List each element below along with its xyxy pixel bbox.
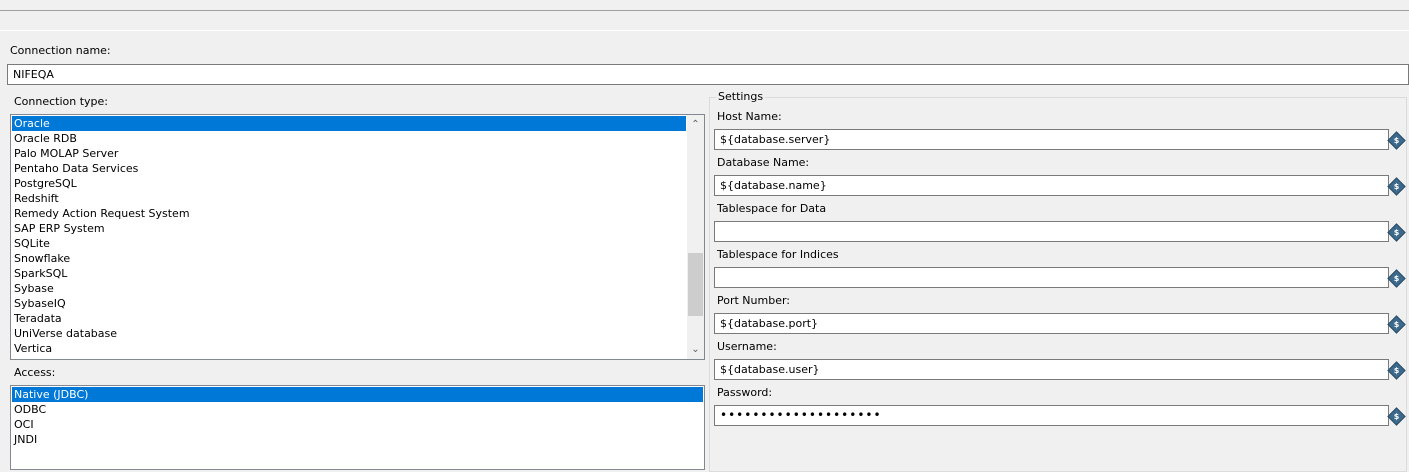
list-item[interactable]: Vertica — [12, 341, 686, 356]
list-item[interactable]: Snowflake — [12, 251, 686, 266]
host-name-input[interactable]: ${database.server} — [714, 129, 1389, 150]
username-input[interactable]: ${database.user} — [714, 359, 1389, 380]
database-name-input[interactable]: ${database.name} — [714, 175, 1389, 196]
dollar-glyph: $ — [1393, 136, 1400, 145]
connection-name-input[interactable]: NIFEQA — [7, 64, 1409, 85]
list-item[interactable]: Redshift — [12, 191, 686, 206]
tablespace-indices-input[interactable] — [714, 267, 1389, 288]
connection-type-label: Connection type: — [14, 95, 109, 108]
connection-type-scrollbar[interactable]: ⌃ ⌄ — [687, 115, 704, 359]
list-item[interactable]: Remedy Action Request System — [12, 206, 686, 221]
database-name-label: Database Name: — [717, 156, 810, 169]
list-item[interactable]: SAP ERP System — [12, 221, 686, 236]
access-label: Access: — [14, 366, 56, 379]
access-list[interactable]: Native (JDBC) ODBC OCI JNDI — [10, 385, 705, 470]
list-item[interactable]: Pentaho Data Services — [12, 161, 686, 176]
password-label: Password: — [717, 386, 773, 399]
list-item[interactable]: Native (JDBC) — [12, 387, 703, 402]
list-item[interactable]: UniVerse database — [12, 326, 686, 341]
port-number-label: Port Number: — [717, 294, 791, 307]
password-input[interactable]: •••••••••••••••••••• — [714, 405, 1389, 426]
list-item[interactable]: OCI — [12, 417, 703, 432]
tablespace-data-input[interactable] — [714, 221, 1389, 242]
tablespace-data-label: Tablespace for Data — [717, 202, 827, 215]
tablespace-indices-label: Tablespace for Indices — [717, 248, 839, 261]
dollar-glyph: $ — [1393, 366, 1400, 375]
list-item[interactable]: SQLite — [12, 236, 686, 251]
dollar-glyph: $ — [1393, 182, 1400, 191]
list-item[interactable]: JNDI — [12, 432, 703, 447]
dollar-glyph: $ — [1393, 228, 1400, 237]
connection-type-list[interactable]: Oracle Oracle RDB Palo MOLAP Server Pentaho… — [10, 114, 705, 360]
connection-name-label: Connection name: — [10, 44, 111, 57]
list-item[interactable]: Oracle — [12, 116, 686, 131]
list-item[interactable]: ODBC — [12, 402, 703, 417]
host-name-label: Host Name: — [717, 110, 782, 123]
chevron-down-icon[interactable]: ⌄ — [687, 341, 704, 358]
dollar-glyph: $ — [1393, 320, 1400, 329]
list-item[interactable]: Sybase — [12, 281, 686, 296]
settings-title: Settings — [716, 90, 766, 104]
list-item[interactable]: Palo MOLAP Server — [12, 146, 686, 161]
list-item[interactable]: Teradata — [12, 311, 686, 326]
port-number-input[interactable]: ${database.port} — [714, 313, 1389, 334]
list-item[interactable]: SparkSQL — [12, 266, 686, 281]
dollar-glyph: $ — [1393, 274, 1400, 283]
dollar-glyph: $ — [1393, 412, 1400, 421]
top-separator — [0, 10, 1409, 11]
list-item[interactable]: SybaseIQ — [12, 296, 686, 311]
scrollbar-thumb[interactable] — [688, 252, 703, 316]
list-item[interactable]: PostgreSQL — [12, 176, 686, 191]
chevron-up-icon[interactable]: ⌃ — [687, 116, 704, 133]
username-label: Username: — [717, 340, 777, 353]
list-item[interactable]: Oracle RDB — [12, 131, 686, 146]
